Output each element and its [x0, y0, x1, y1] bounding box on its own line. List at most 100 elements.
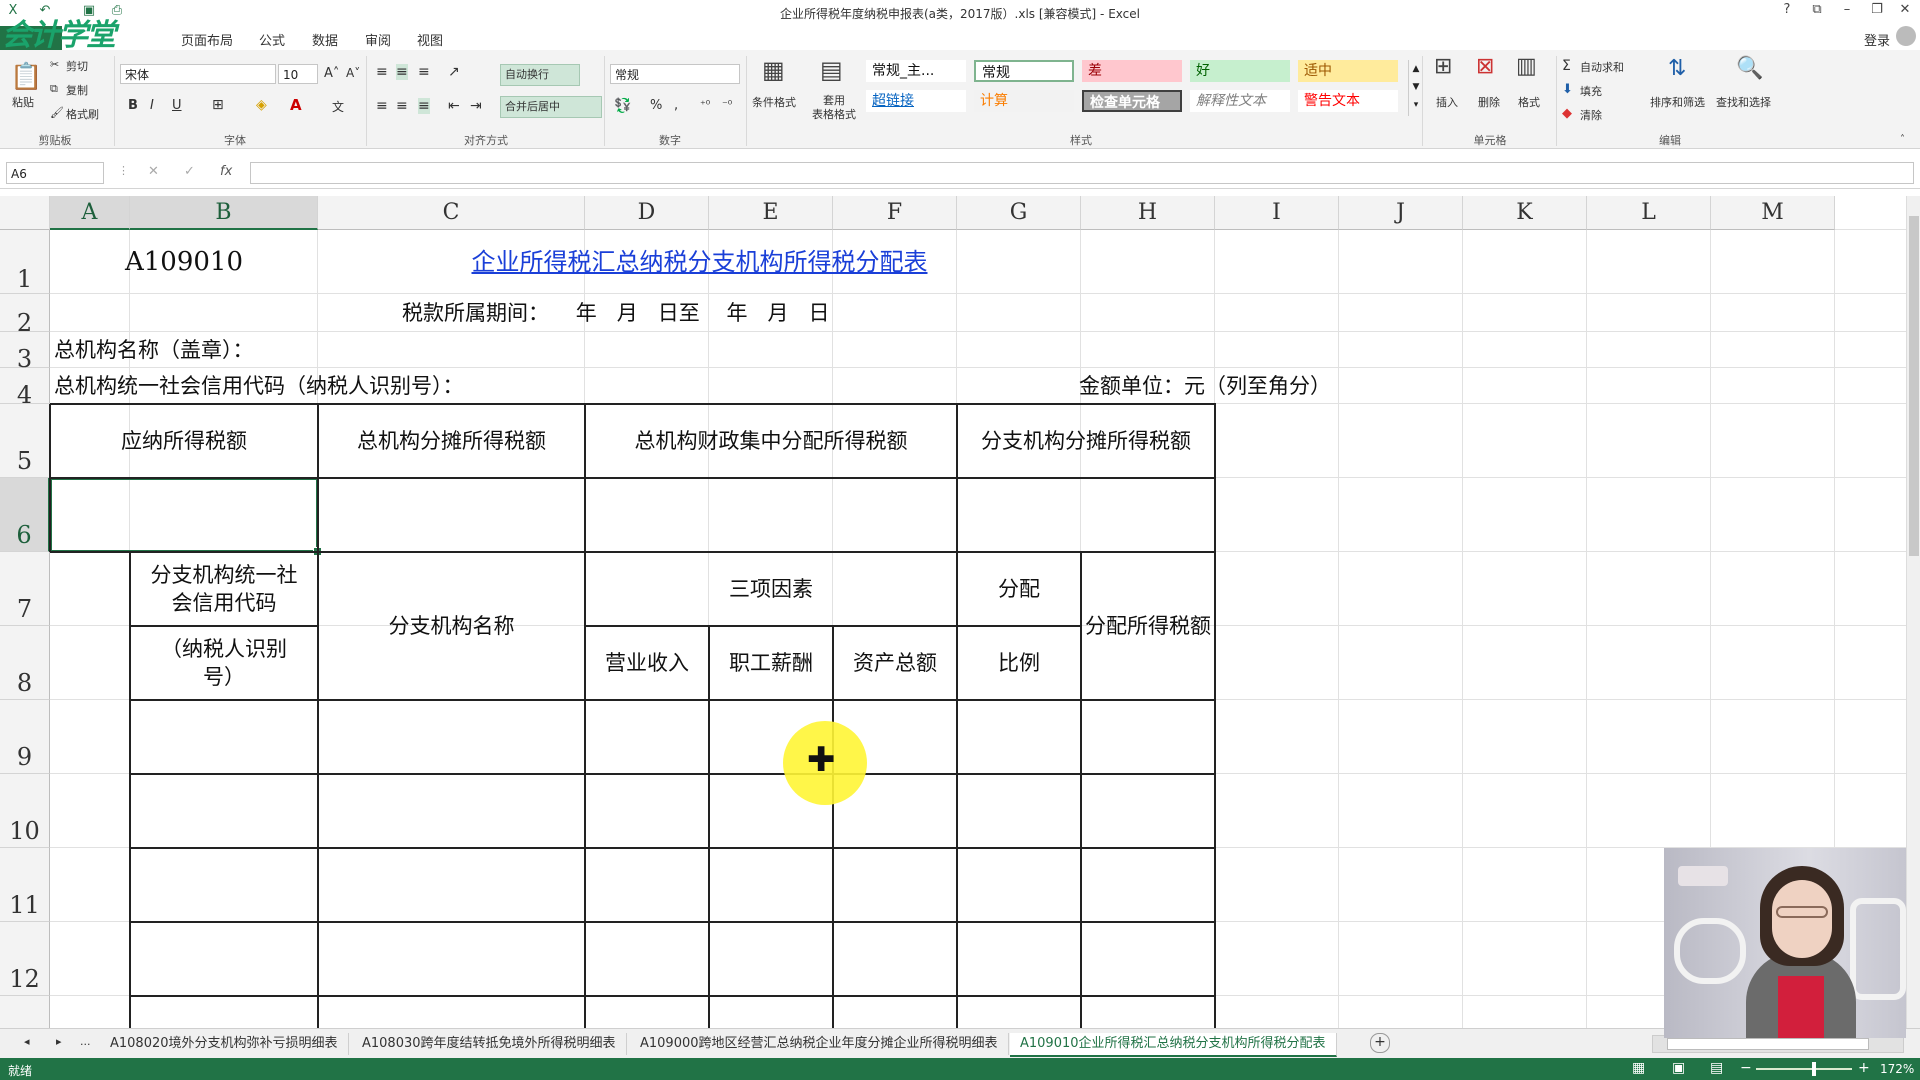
- table-format-button[interactable]: 套用 表格格式: [806, 94, 862, 122]
- decrease-indent-icon[interactable]: ⇤: [448, 98, 460, 114]
- form-code-cell[interactable]: A109010: [50, 230, 318, 294]
- align-top-icon[interactable]: ≡: [376, 64, 388, 80]
- form-title-cell[interactable]: 企业所得税汇总纳税分支机构所得税分配表: [318, 230, 1081, 294]
- vertical-scroll-thumb[interactable]: [1909, 216, 1919, 556]
- sort-filter-icon[interactable]: ⇅: [1668, 56, 1686, 81]
- sheet-tab-a109000[interactable]: A109000跨地区经营汇总纳税企业年度分摊企业所得税明细表: [630, 1033, 1009, 1055]
- header-branch-code-1[interactable]: 分支机构统一社会信用代码: [130, 552, 318, 626]
- zoom-in-icon[interactable]: +: [1858, 1060, 1870, 1076]
- row-header-7[interactable]: 7: [0, 552, 50, 626]
- column-header-m[interactable]: M: [1711, 196, 1835, 230]
- header-alloc-tax[interactable]: 分配所得税额: [1081, 552, 1215, 700]
- align-middle-icon[interactable]: ≡: [396, 64, 408, 80]
- increase-indent-icon[interactable]: ⇥: [470, 98, 482, 114]
- format-cells-icon[interactable]: ▥: [1516, 54, 1537, 79]
- delete-cells-button[interactable]: 删除: [1478, 94, 1500, 110]
- row-header-1[interactable]: 1: [0, 230, 50, 294]
- fill-icon[interactable]: ⬇: [1562, 82, 1573, 97]
- period-cell[interactable]: 税款所属期间： 年 月 日至 年 月 日: [318, 294, 1215, 332]
- clear-button[interactable]: 清除: [1580, 107, 1602, 123]
- hq-code-cell[interactable]: 总机构统一社会信用代码（纳税人识别号）：: [50, 368, 709, 404]
- format-painter-icon[interactable]: 🖌: [50, 106, 64, 119]
- bold-button[interactable]: B: [128, 98, 138, 113]
- currency-icon[interactable]: 💱: [614, 98, 631, 114]
- tab-data[interactable]: 数据: [312, 30, 338, 49]
- header-branch-name[interactable]: 分支机构名称: [318, 552, 585, 700]
- phonetic-icon[interactable]: 文: [332, 98, 344, 115]
- header-hq-fiscal[interactable]: 总机构财政集中分配所得税额: [585, 404, 957, 478]
- cell-style-option[interactable]: 检查单元格: [1082, 90, 1182, 112]
- header-three-factors[interactable]: 三项因素: [585, 552, 957, 626]
- column-header-c[interactable]: C: [318, 196, 585, 230]
- hq-name-cell[interactable]: 总机构名称（盖章）：: [50, 332, 585, 368]
- login-link[interactable]: 登录: [1864, 30, 1890, 49]
- next-sheet-icon[interactable]: ▸: [56, 1035, 62, 1048]
- cell-style-option[interactable]: 超链接: [866, 90, 966, 112]
- row-header-9[interactable]: 9: [0, 700, 50, 774]
- more-sheets-button[interactable]: ...: [80, 1035, 91, 1048]
- wrap-text-button[interactable]: 自动换行: [500, 64, 580, 86]
- formula-bar-options-icon[interactable]: ⋮: [118, 164, 129, 177]
- decrease-decimal-icon[interactable]: ⁻⁰: [722, 98, 732, 111]
- row-header-11[interactable]: 11: [0, 848, 50, 922]
- conditional-format-icon[interactable]: ▦: [762, 56, 785, 84]
- horizontal-scroll-thumb[interactable]: [1667, 1038, 1869, 1050]
- font-color-icon[interactable]: A: [290, 96, 302, 114]
- tab-review[interactable]: 审阅: [365, 30, 391, 49]
- font-size-select[interactable]: 10: [278, 64, 318, 84]
- header-alloc[interactable]: 分配: [957, 552, 1081, 626]
- insert-function-button[interactable]: fx: [220, 164, 232, 179]
- italic-button[interactable]: I: [150, 98, 154, 113]
- column-header-f[interactable]: F: [833, 196, 957, 230]
- prev-sheet-icon[interactable]: ◂: [24, 1035, 30, 1048]
- row-header-5[interactable]: 5: [0, 404, 50, 478]
- column-header-a[interactable]: A: [50, 196, 130, 230]
- underline-button[interactable]: U: [172, 98, 182, 113]
- cut-button[interactable]: 剪切: [66, 58, 88, 74]
- autosum-button[interactable]: 自动求和: [1580, 59, 1624, 75]
- page-break-view-icon[interactable]: ▤: [1710, 1060, 1723, 1076]
- row-header-6[interactable]: 6: [0, 478, 50, 552]
- copy-button[interactable]: 复制: [66, 82, 88, 98]
- zoom-slider[interactable]: [1756, 1062, 1852, 1076]
- percent-button[interactable]: %: [650, 98, 662, 113]
- align-left-icon[interactable]: ≡: [376, 98, 388, 114]
- autosum-icon[interactable]: Σ: [1562, 58, 1571, 74]
- column-header-k[interactable]: K: [1463, 196, 1587, 230]
- sheet-tab-a109010[interactable]: A109010企业所得税汇总纳税分支机构所得税分配表: [1010, 1033, 1337, 1057]
- minimize-icon[interactable]: –: [1834, 2, 1860, 22]
- row-header-2[interactable]: 2: [0, 294, 50, 337]
- formula-input[interactable]: [250, 162, 1914, 184]
- table-format-icon[interactable]: ▤: [820, 56, 843, 84]
- format-cells-button[interactable]: 格式: [1518, 94, 1540, 110]
- row-header-12[interactable]: 12: [0, 922, 50, 996]
- column-header-d[interactable]: D: [585, 196, 709, 230]
- ribbon-display-icon[interactable]: ⧉: [1804, 2, 1830, 22]
- worksheet-grid[interactable]: ABCDEFGHIJKLM12345678910111213A109010企业所…: [0, 196, 1906, 1028]
- comma-button[interactable]: ,: [674, 98, 678, 113]
- header-branch-code-2[interactable]: （纳税人识别号）: [130, 626, 318, 700]
- find-select-icon[interactable]: 🔍: [1736, 56, 1763, 81]
- unit-cell[interactable]: 金额单位：元（列至角分）: [833, 368, 1339, 404]
- styles-gallery-scroll[interactable]: ▲ ▼ ▾: [1408, 60, 1423, 116]
- delete-cells-icon[interactable]: ⊠: [1476, 54, 1494, 79]
- header-branch-share[interactable]: 分支机构分摊所得税额: [957, 404, 1215, 478]
- cell-style-option[interactable]: 解释性文本: [1190, 90, 1290, 112]
- row-header-13[interactable]: 13: [0, 996, 50, 1028]
- selected-cell-a6[interactable]: [50, 478, 318, 552]
- paste-icon[interactable]: 📋: [10, 62, 42, 92]
- paste-button[interactable]: 粘贴: [12, 94, 34, 110]
- merge-center-button[interactable]: 合并后居中: [500, 96, 602, 118]
- cell-style-option[interactable]: 常规: [974, 60, 1074, 82]
- column-header-j[interactable]: J: [1339, 196, 1463, 230]
- number-format-select[interactable]: 常规: [610, 64, 740, 84]
- confirm-entry-button[interactable]: ✓: [184, 164, 195, 179]
- add-sheet-button[interactable]: +: [1370, 1033, 1390, 1053]
- cell-style-option[interactable]: 常规_主...: [866, 60, 966, 82]
- sheet-tab-a108020[interactable]: A108020境外分支机构弥补亏损明细表: [100, 1033, 349, 1055]
- row-header-10[interactable]: 10: [0, 774, 50, 848]
- fill-button[interactable]: 填充: [1580, 83, 1602, 99]
- increase-decimal-icon[interactable]: ⁺⁰: [700, 98, 710, 111]
- vertical-scrollbar[interactable]: [1906, 196, 1920, 1028]
- header-revenue[interactable]: 营业收入: [585, 626, 709, 700]
